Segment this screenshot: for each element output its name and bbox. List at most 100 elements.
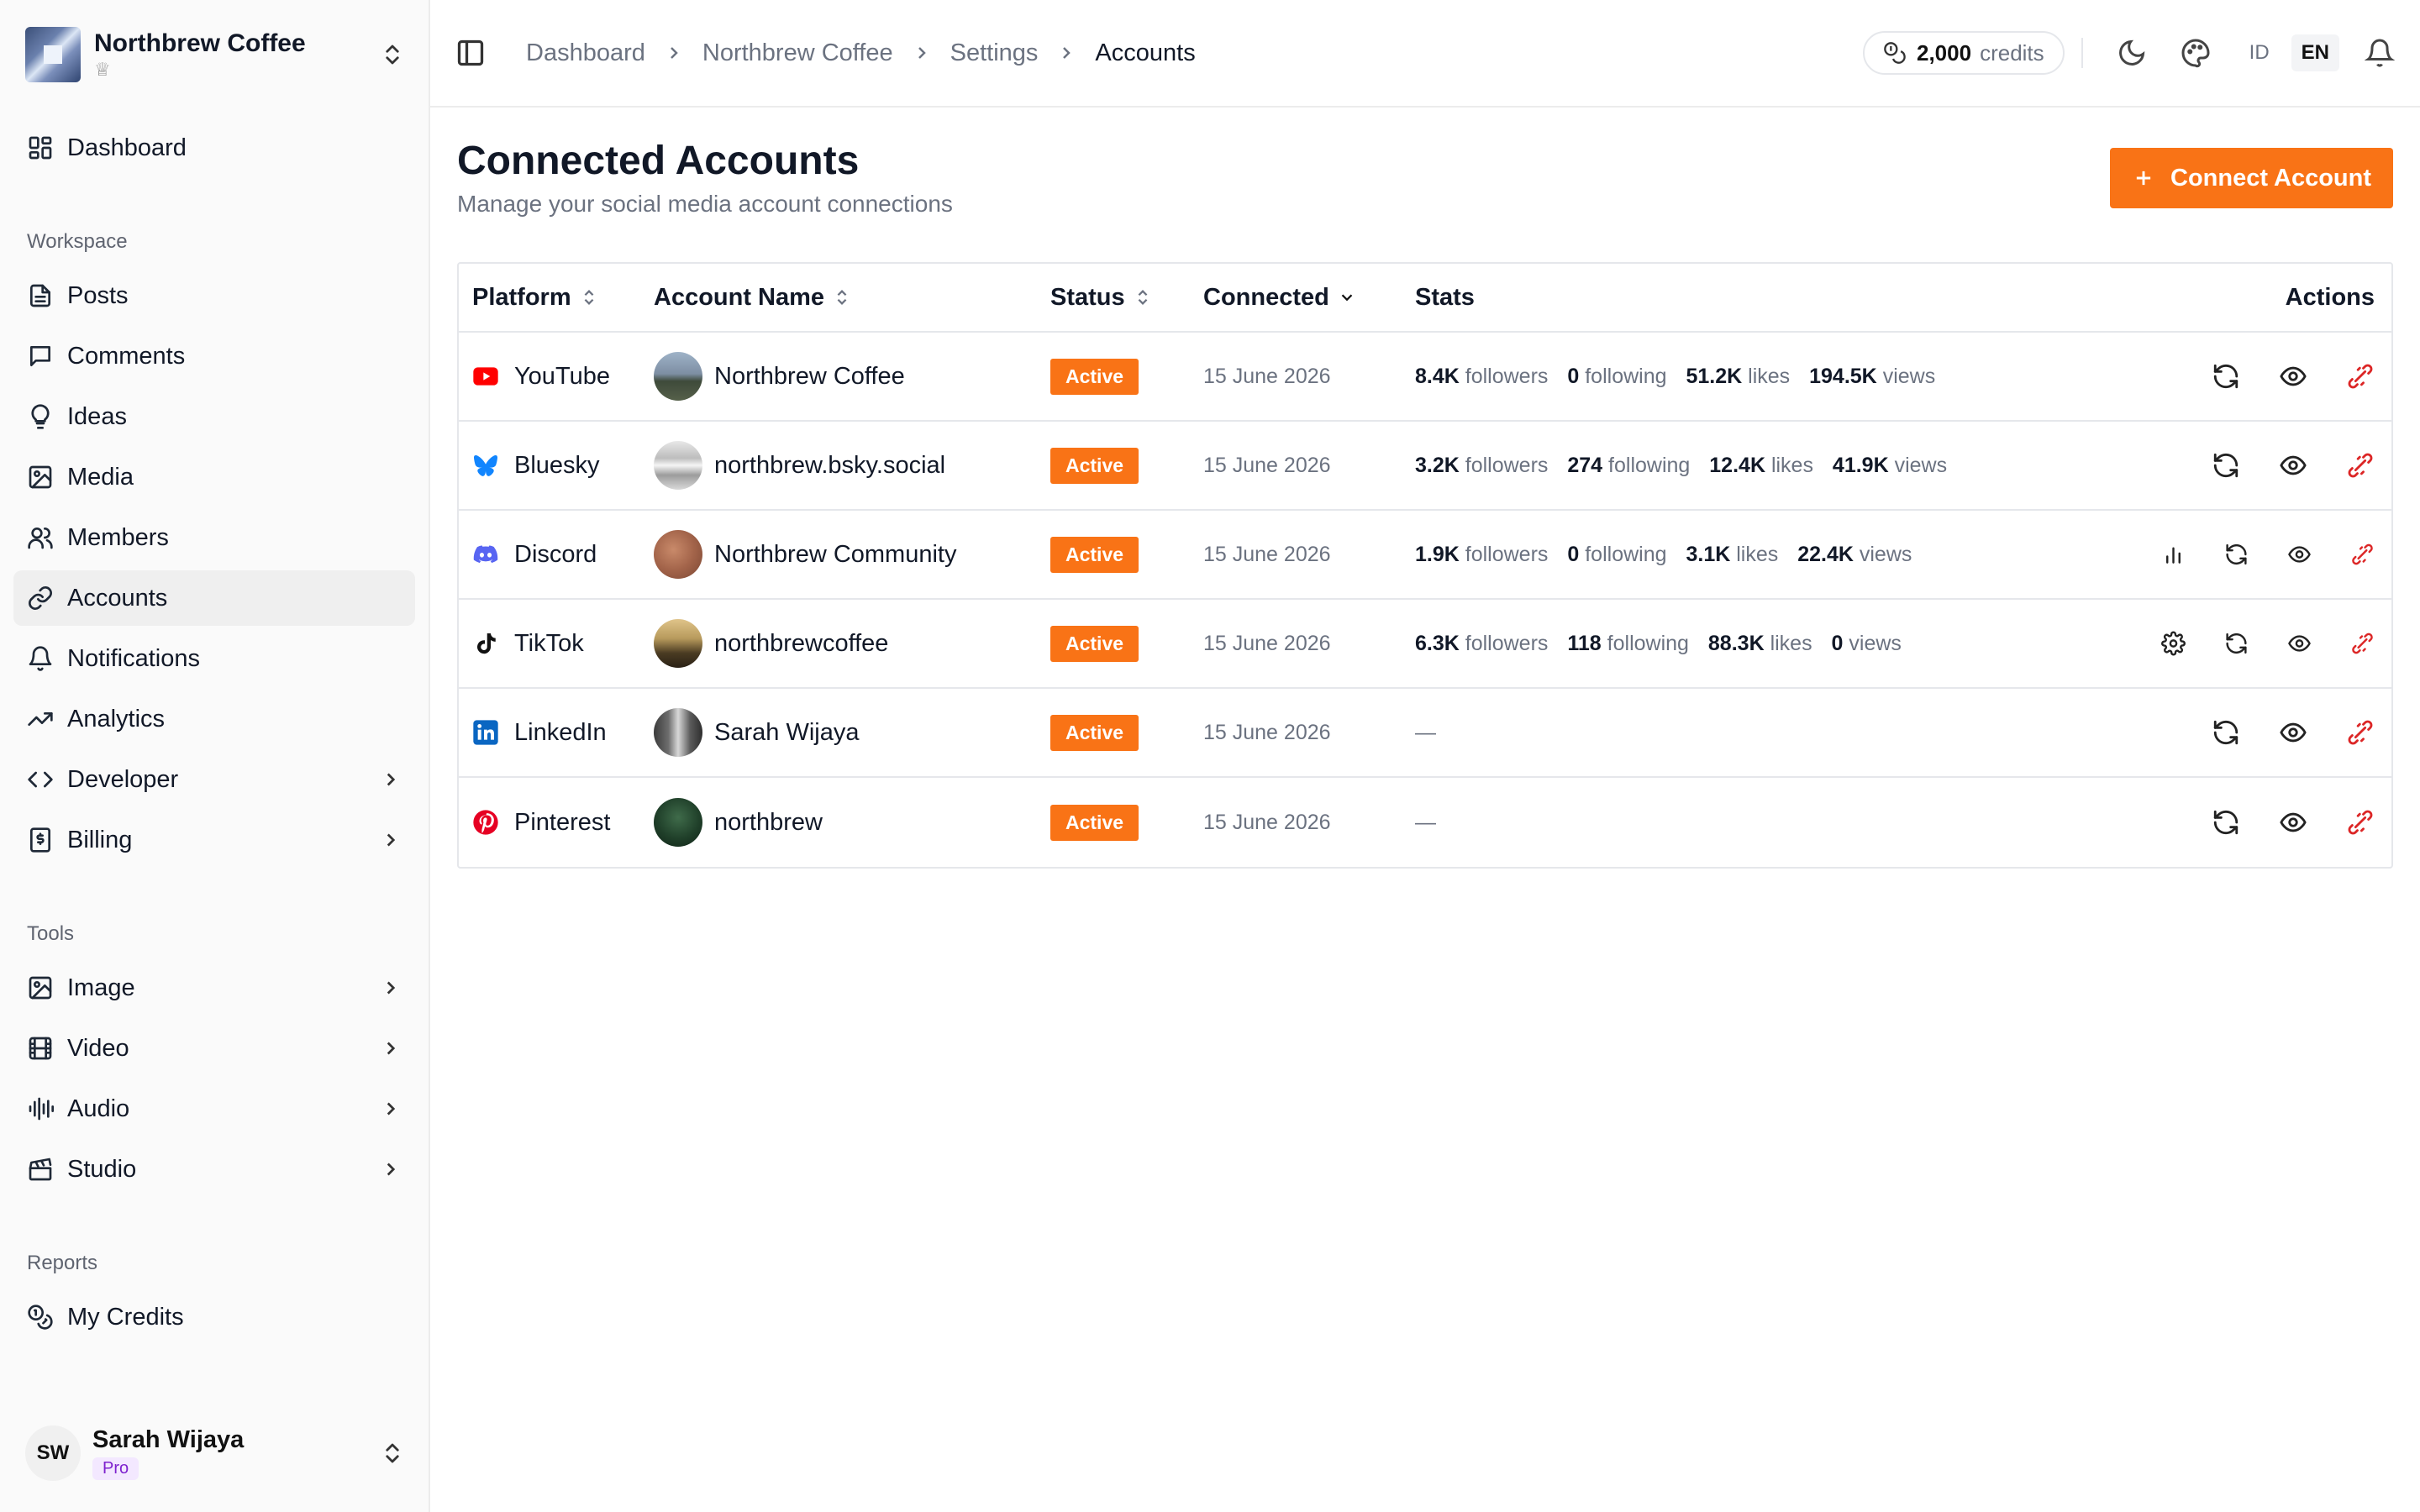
palette-icon[interactable] [2181,38,2211,68]
breadcrumb-dashboard[interactable]: Dashboard [526,39,645,67]
column-connected[interactable]: Connected [1203,284,1415,312]
eye-icon[interactable] [2287,540,2312,569]
unlink-icon[interactable] [2346,718,2375,747]
chevron-right-icon [918,47,926,59]
stat-label: following [1585,364,1667,388]
image-icon [29,976,52,1000]
refresh-icon[interactable] [2212,718,2240,747]
connected-date: 15 June 2026 [1203,810,1331,834]
eye-icon[interactable] [2287,629,2312,658]
sidebar-item-studio[interactable]: Studio [13,1142,415,1197]
account-name: northbrewcoffee [714,629,889,657]
users-icon [28,528,53,549]
table-row: Pinterest northbrew Active 15 June 2026 … [459,778,2391,867]
sidebar-item-label: Analytics [67,705,166,732]
unlink-icon[interactable] [2350,540,2375,569]
sidebar-item-billing[interactable]: Billing [13,812,415,868]
stat-label: views [1882,364,1936,388]
connected-date: 15 June 2026 [1203,364,1331,388]
eye-icon[interactable] [2279,451,2307,480]
unlink-icon[interactable] [2346,362,2375,391]
sidebar-item-accounts[interactable]: Accounts [13,570,415,626]
column-account-name[interactable]: Account Name [654,284,1050,312]
refresh-icon[interactable] [2224,629,2249,658]
breadcrumb-workspace[interactable]: Northbrew Coffee [702,39,893,67]
user-menu[interactable]: SW Sarah Wijaya Pro [25,1420,405,1487]
moon-icon[interactable] [2117,38,2147,68]
status-badge: Active [1050,447,1139,484]
coins-icon [28,1305,53,1330]
column-label: Stats [1415,283,1475,311]
unlink-icon[interactable] [2346,451,2375,480]
stat-following: 0 [1567,542,1580,566]
column-label: Connected [1203,283,1329,311]
chevron-right-icon [670,47,678,59]
eye-icon[interactable] [2279,362,2307,391]
status-badge: Active [1050,625,1139,662]
language-en-button[interactable]: EN [2291,34,2339,71]
unlink-icon[interactable] [2350,629,2375,658]
table-row: LinkedIn Sarah Wijaya Active 15 June 202… [459,689,2391,778]
accounts-table: Platform Account Name Status Connected S… [457,262,2393,869]
sidebar-item-developer[interactable]: Developer [13,752,415,807]
lightbulb-icon [31,404,50,429]
sidebar-item-label: Image [67,974,135,1001]
account-avatar [654,798,702,847]
unlink-icon[interactable] [2346,808,2375,837]
bar-chart-icon[interactable] [2161,540,2186,569]
stat-label: likes [1748,364,1791,388]
workspace-switcher[interactable]: Northbrew Coffee ♕ [25,25,405,84]
connect-account-button[interactable]: Connect Account [2110,148,2393,208]
sidebar-item-label: Dashboard [67,134,187,161]
column-status[interactable]: Status [1050,284,1203,312]
refresh-icon[interactable] [2212,451,2240,480]
sidebar-item-label: Comments [67,342,186,370]
stat-views: 0 [1831,631,1844,655]
sidebar-item-my-credits[interactable]: My Credits [13,1289,415,1345]
refresh-icon[interactable] [2224,540,2249,569]
stat-views: 194.5K [1809,364,1877,388]
table-row: TikTok northbrewcoffee Active 15 June 20… [459,600,2391,689]
sidebar-item-ideas[interactable]: Ideas [13,389,415,444]
sidebar-item-dashboard[interactable]: Dashboard [13,120,415,176]
column-stats: Stats [1415,284,2123,312]
chevron-right-icon [387,981,396,995]
youtube-icon [473,367,498,386]
stat-label: views [1849,631,1902,655]
sidebar-item-analytics[interactable]: Analytics [13,691,415,747]
sidebar-item-comments[interactable]: Comments [13,328,415,384]
sidebar-item-label: Billing [67,826,133,853]
sidebar-item-image[interactable]: Image [13,960,415,1016]
chevron-right-icon [387,1042,396,1055]
language-id-button[interactable]: ID [2239,34,2280,71]
sidebar-item-label: Developer [67,765,179,793]
sidebar-toggle-icon[interactable] [455,38,486,68]
stat-followers: 6.3K [1415,631,1460,655]
column-label: Platform [472,283,571,311]
credits-pill[interactable]: 2,000 credits [1863,31,2065,75]
stat-following: 0 [1567,364,1580,388]
sidebar-item-audio[interactable]: Audio [13,1081,415,1137]
column-platform[interactable]: Platform [459,284,654,312]
sidebar-item-media[interactable]: Media [13,449,415,505]
account-stats: — [1415,810,1436,834]
stat-label: views [1894,453,1948,477]
workspace-name: Northbrew Coffee [94,29,306,57]
bell-icon[interactable] [2365,38,2395,68]
eye-icon[interactable] [2279,718,2307,747]
connected-date: 15 June 2026 [1203,542,1331,566]
breadcrumb-settings[interactable]: Settings [950,39,1039,67]
gear-icon[interactable] [2161,629,2186,658]
eye-icon[interactable] [2279,808,2307,837]
user-name: Sarah Wijaya [92,1426,245,1453]
refresh-icon[interactable] [2212,808,2240,837]
sidebar-item-video[interactable]: Video [13,1021,415,1076]
stat-label: followers [1465,631,1549,655]
column-label: Actions [2285,283,2375,311]
refresh-icon[interactable] [2212,362,2240,391]
sidebar-item-members[interactable]: Members [13,510,415,565]
sidebar-item-posts[interactable]: Posts [13,268,415,323]
account-name: Sarah Wijaya [714,718,860,746]
stat-likes: 51.2K [1686,364,1743,388]
sidebar-item-notifications[interactable]: Notifications [13,631,415,686]
